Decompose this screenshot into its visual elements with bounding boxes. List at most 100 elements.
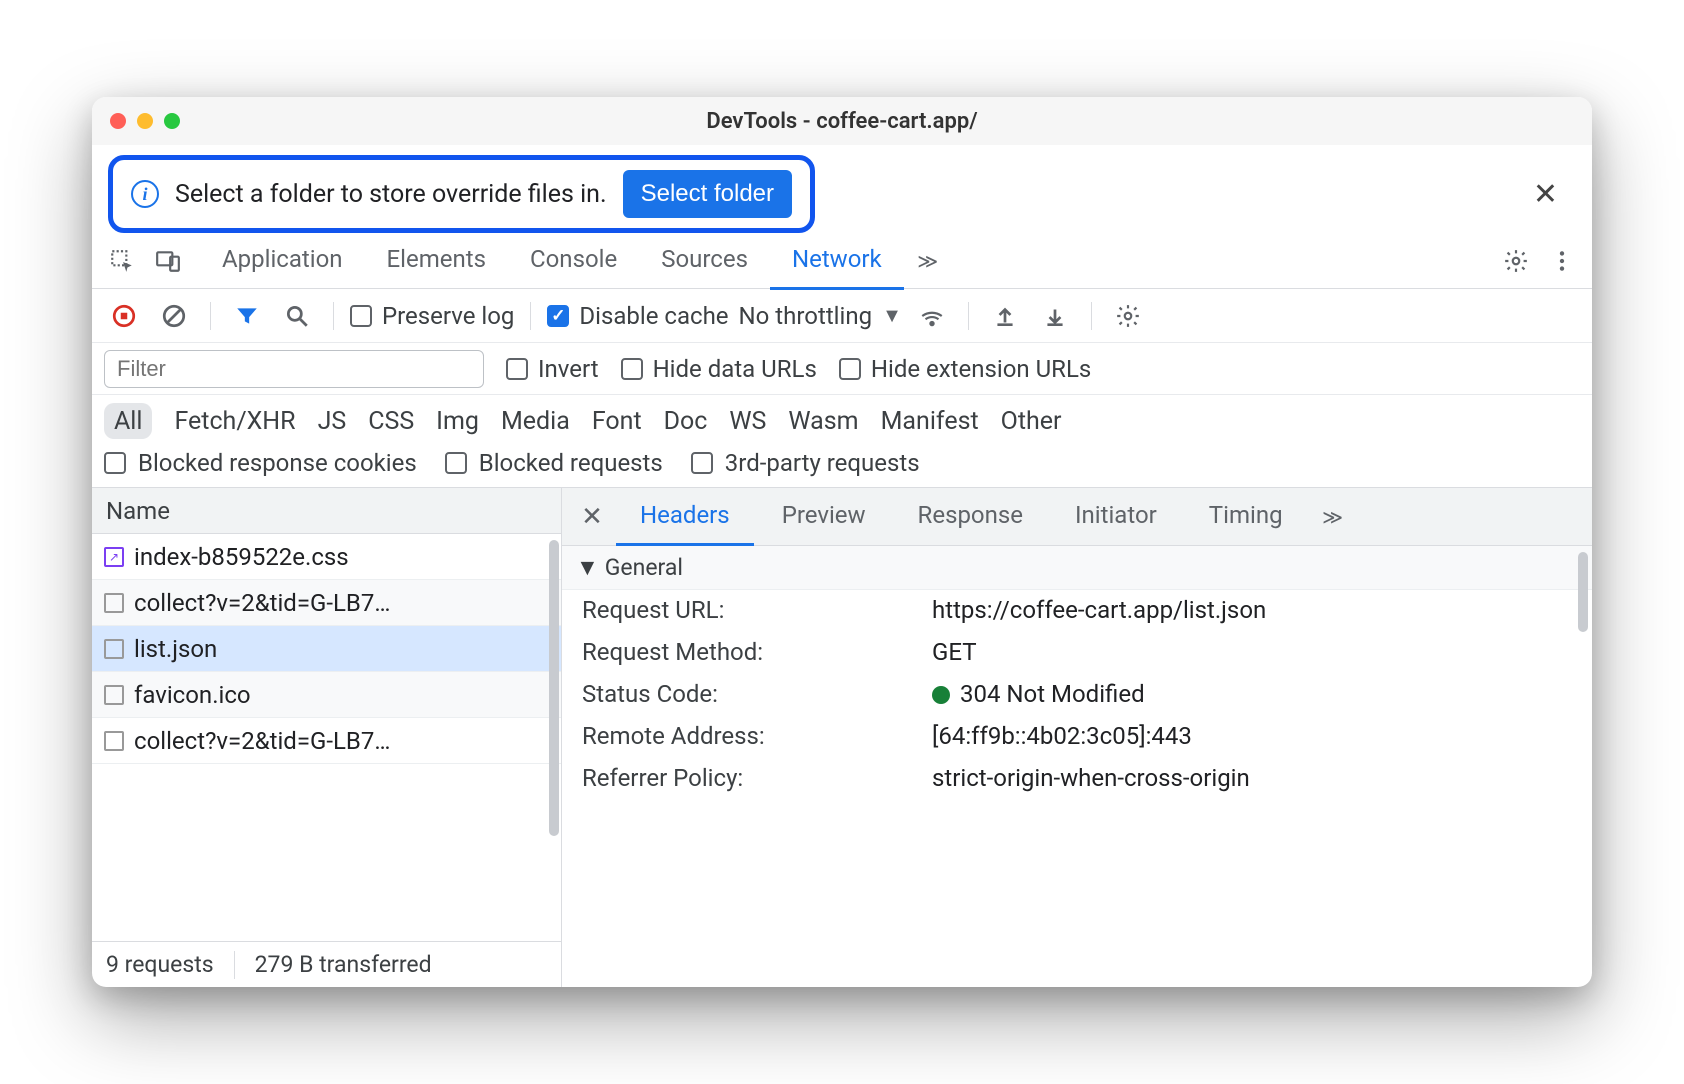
remote-address-value: [64:ff9b::4b02:3c05]:443 — [932, 722, 1572, 750]
detail-tab-response[interactable]: Response — [894, 488, 1047, 546]
third-party-checkbox[interactable]: 3rd-party requests — [691, 449, 920, 477]
general-section: Request URL: https://coffee-cart.app/lis… — [562, 590, 1592, 804]
throttling-select[interactable]: No throttling ▼ — [739, 302, 902, 330]
window-minimize[interactable] — [137, 113, 153, 129]
disable-cache-checkbox[interactable]: Disable cache — [547, 302, 728, 330]
type-js[interactable]: JS — [318, 407, 347, 436]
window-close[interactable] — [110, 113, 126, 129]
clear-icon[interactable] — [154, 296, 194, 336]
network-settings-icon[interactable] — [1108, 296, 1148, 336]
resource-type-filters: All Fetch/XHR JS CSS Img Media Font Doc … — [92, 395, 1592, 443]
network-toolbar: Preserve log Disable cache No throttling… — [92, 289, 1592, 343]
window-title: DevTools - coffee-cart.app/ — [92, 109, 1592, 134]
window-maximize[interactable] — [164, 113, 180, 129]
tab-elements[interactable]: Elements — [365, 231, 508, 290]
devtools-window: DevTools - coffee-cart.app/ i Select a f… — [92, 97, 1592, 987]
preserve-log-checkbox[interactable]: Preserve log — [350, 302, 514, 330]
type-font[interactable]: Font — [592, 407, 642, 436]
detail-tabs: ✕ Headers Preview Response Initiator Tim… — [562, 488, 1592, 546]
preserve-log-label: Preserve log — [382, 302, 514, 330]
download-har-icon[interactable] — [1035, 296, 1075, 336]
request-row[interactable]: index-b859522e.css — [92, 534, 561, 580]
file-icon — [104, 639, 124, 659]
request-url-label: Request URL: — [582, 596, 932, 624]
filter-icon[interactable] — [227, 296, 267, 336]
tab-application[interactable]: Application — [200, 231, 365, 290]
request-method-label: Request Method: — [582, 638, 932, 666]
file-icon — [104, 731, 124, 751]
select-folder-button[interactable]: Select folder — [623, 170, 792, 218]
type-wasm[interactable]: Wasm — [788, 407, 858, 436]
chevron-down-icon: ▼ — [882, 303, 902, 328]
main-content: Name index-b859522e.css collect?v=2&tid=… — [92, 488, 1592, 987]
type-media[interactable]: Media — [501, 407, 570, 436]
upload-har-icon[interactable] — [985, 296, 1025, 336]
detail-scrollbar[interactable] — [1578, 552, 1588, 632]
blocked-cookies-checkbox[interactable]: Blocked response cookies — [104, 449, 417, 477]
referrer-policy-label: Referrer Policy: — [582, 764, 932, 792]
more-detail-tabs-icon[interactable]: ≫ — [1311, 495, 1355, 539]
general-section-header[interactable]: ▼ General — [562, 546, 1592, 590]
requests-count: 9 requests — [106, 951, 214, 978]
record-button-icon[interactable] — [104, 296, 144, 336]
search-icon[interactable] — [277, 296, 317, 336]
filter-row: Invert Hide data URLs Hide extension URL… — [92, 343, 1592, 395]
blocked-requests-checkbox[interactable]: Blocked requests — [445, 449, 663, 477]
request-row[interactable]: favicon.ico — [92, 672, 561, 718]
requests-scrollbar[interactable] — [549, 540, 559, 836]
tab-sources[interactable]: Sources — [639, 231, 770, 290]
disclosure-triangle-icon: ▼ — [576, 554, 599, 581]
file-icon — [104, 685, 124, 705]
detail-panel: ✕ Headers Preview Response Initiator Tim… — [562, 488, 1592, 987]
titlebar: DevTools - coffee-cart.app/ — [92, 97, 1592, 145]
type-ws[interactable]: WS — [729, 407, 766, 436]
type-manifest[interactable]: Manifest — [881, 407, 979, 436]
invert-checkbox[interactable]: Invert — [506, 355, 599, 383]
filter-input[interactable] — [104, 350, 484, 388]
settings-icon[interactable] — [1494, 239, 1538, 283]
more-tabs-icon[interactable]: ≫ — [906, 239, 950, 283]
transferred-size: 279 B transferred — [255, 951, 432, 978]
type-other[interactable]: Other — [1001, 407, 1062, 436]
request-row[interactable]: list.json — [92, 626, 561, 672]
type-doc[interactable]: Doc — [664, 407, 708, 436]
kebab-menu-icon[interactable] — [1540, 239, 1584, 283]
type-img[interactable]: Img — [436, 407, 479, 436]
general-label: General — [605, 554, 683, 581]
status-dot-icon — [932, 686, 950, 704]
requests-panel: Name index-b859522e.css collect?v=2&tid=… — [92, 488, 562, 987]
detail-tab-initiator[interactable]: Initiator — [1051, 488, 1181, 546]
detail-tab-timing[interactable]: Timing — [1185, 488, 1307, 546]
name-column-header[interactable]: Name — [92, 488, 561, 534]
infobar-close-icon[interactable]: ✕ — [1533, 177, 1558, 212]
request-row[interactable]: collect?v=2&tid=G-LB7… — [92, 580, 561, 626]
remote-address-label: Remote Address: — [582, 722, 932, 750]
type-css[interactable]: CSS — [368, 407, 414, 436]
extra-filter-row: Blocked response cookies Blocked request… — [92, 443, 1592, 488]
status-bar: 9 requests 279 B transferred — [92, 941, 561, 987]
tab-console[interactable]: Console — [508, 231, 639, 290]
detail-tab-headers[interactable]: Headers — [616, 488, 754, 546]
css-file-icon — [104, 547, 124, 567]
throttling-value: No throttling — [739, 302, 873, 330]
hide-extension-urls-checkbox[interactable]: Hide extension URLs — [839, 355, 1091, 383]
status-code-value: 304 Not Modified — [932, 680, 1572, 708]
infobar-row: i Select a folder to store override file… — [92, 145, 1592, 233]
detail-tab-preview[interactable]: Preview — [758, 488, 890, 546]
info-icon: i — [131, 180, 159, 208]
traffic-lights — [92, 113, 180, 129]
request-row[interactable]: collect?v=2&tid=G-LB7… — [92, 718, 561, 764]
hide-data-urls-checkbox[interactable]: Hide data URLs — [621, 355, 817, 383]
type-fetch-xhr[interactable]: Fetch/XHR — [174, 407, 295, 436]
inspect-element-icon[interactable] — [100, 239, 144, 283]
requests-list: index-b859522e.css collect?v=2&tid=G-LB7… — [92, 534, 561, 941]
close-detail-icon[interactable]: ✕ — [572, 497, 612, 537]
type-all[interactable]: All — [104, 403, 152, 439]
device-toggle-icon[interactable] — [146, 239, 190, 283]
main-tabs: Application Elements Console Sources Net… — [200, 231, 904, 290]
network-conditions-icon[interactable] — [912, 296, 952, 336]
status-code-label: Status Code: — [582, 680, 932, 708]
tab-network[interactable]: Network — [770, 231, 904, 290]
request-method-value: GET — [932, 638, 1572, 666]
disable-cache-label: Disable cache — [579, 302, 728, 330]
